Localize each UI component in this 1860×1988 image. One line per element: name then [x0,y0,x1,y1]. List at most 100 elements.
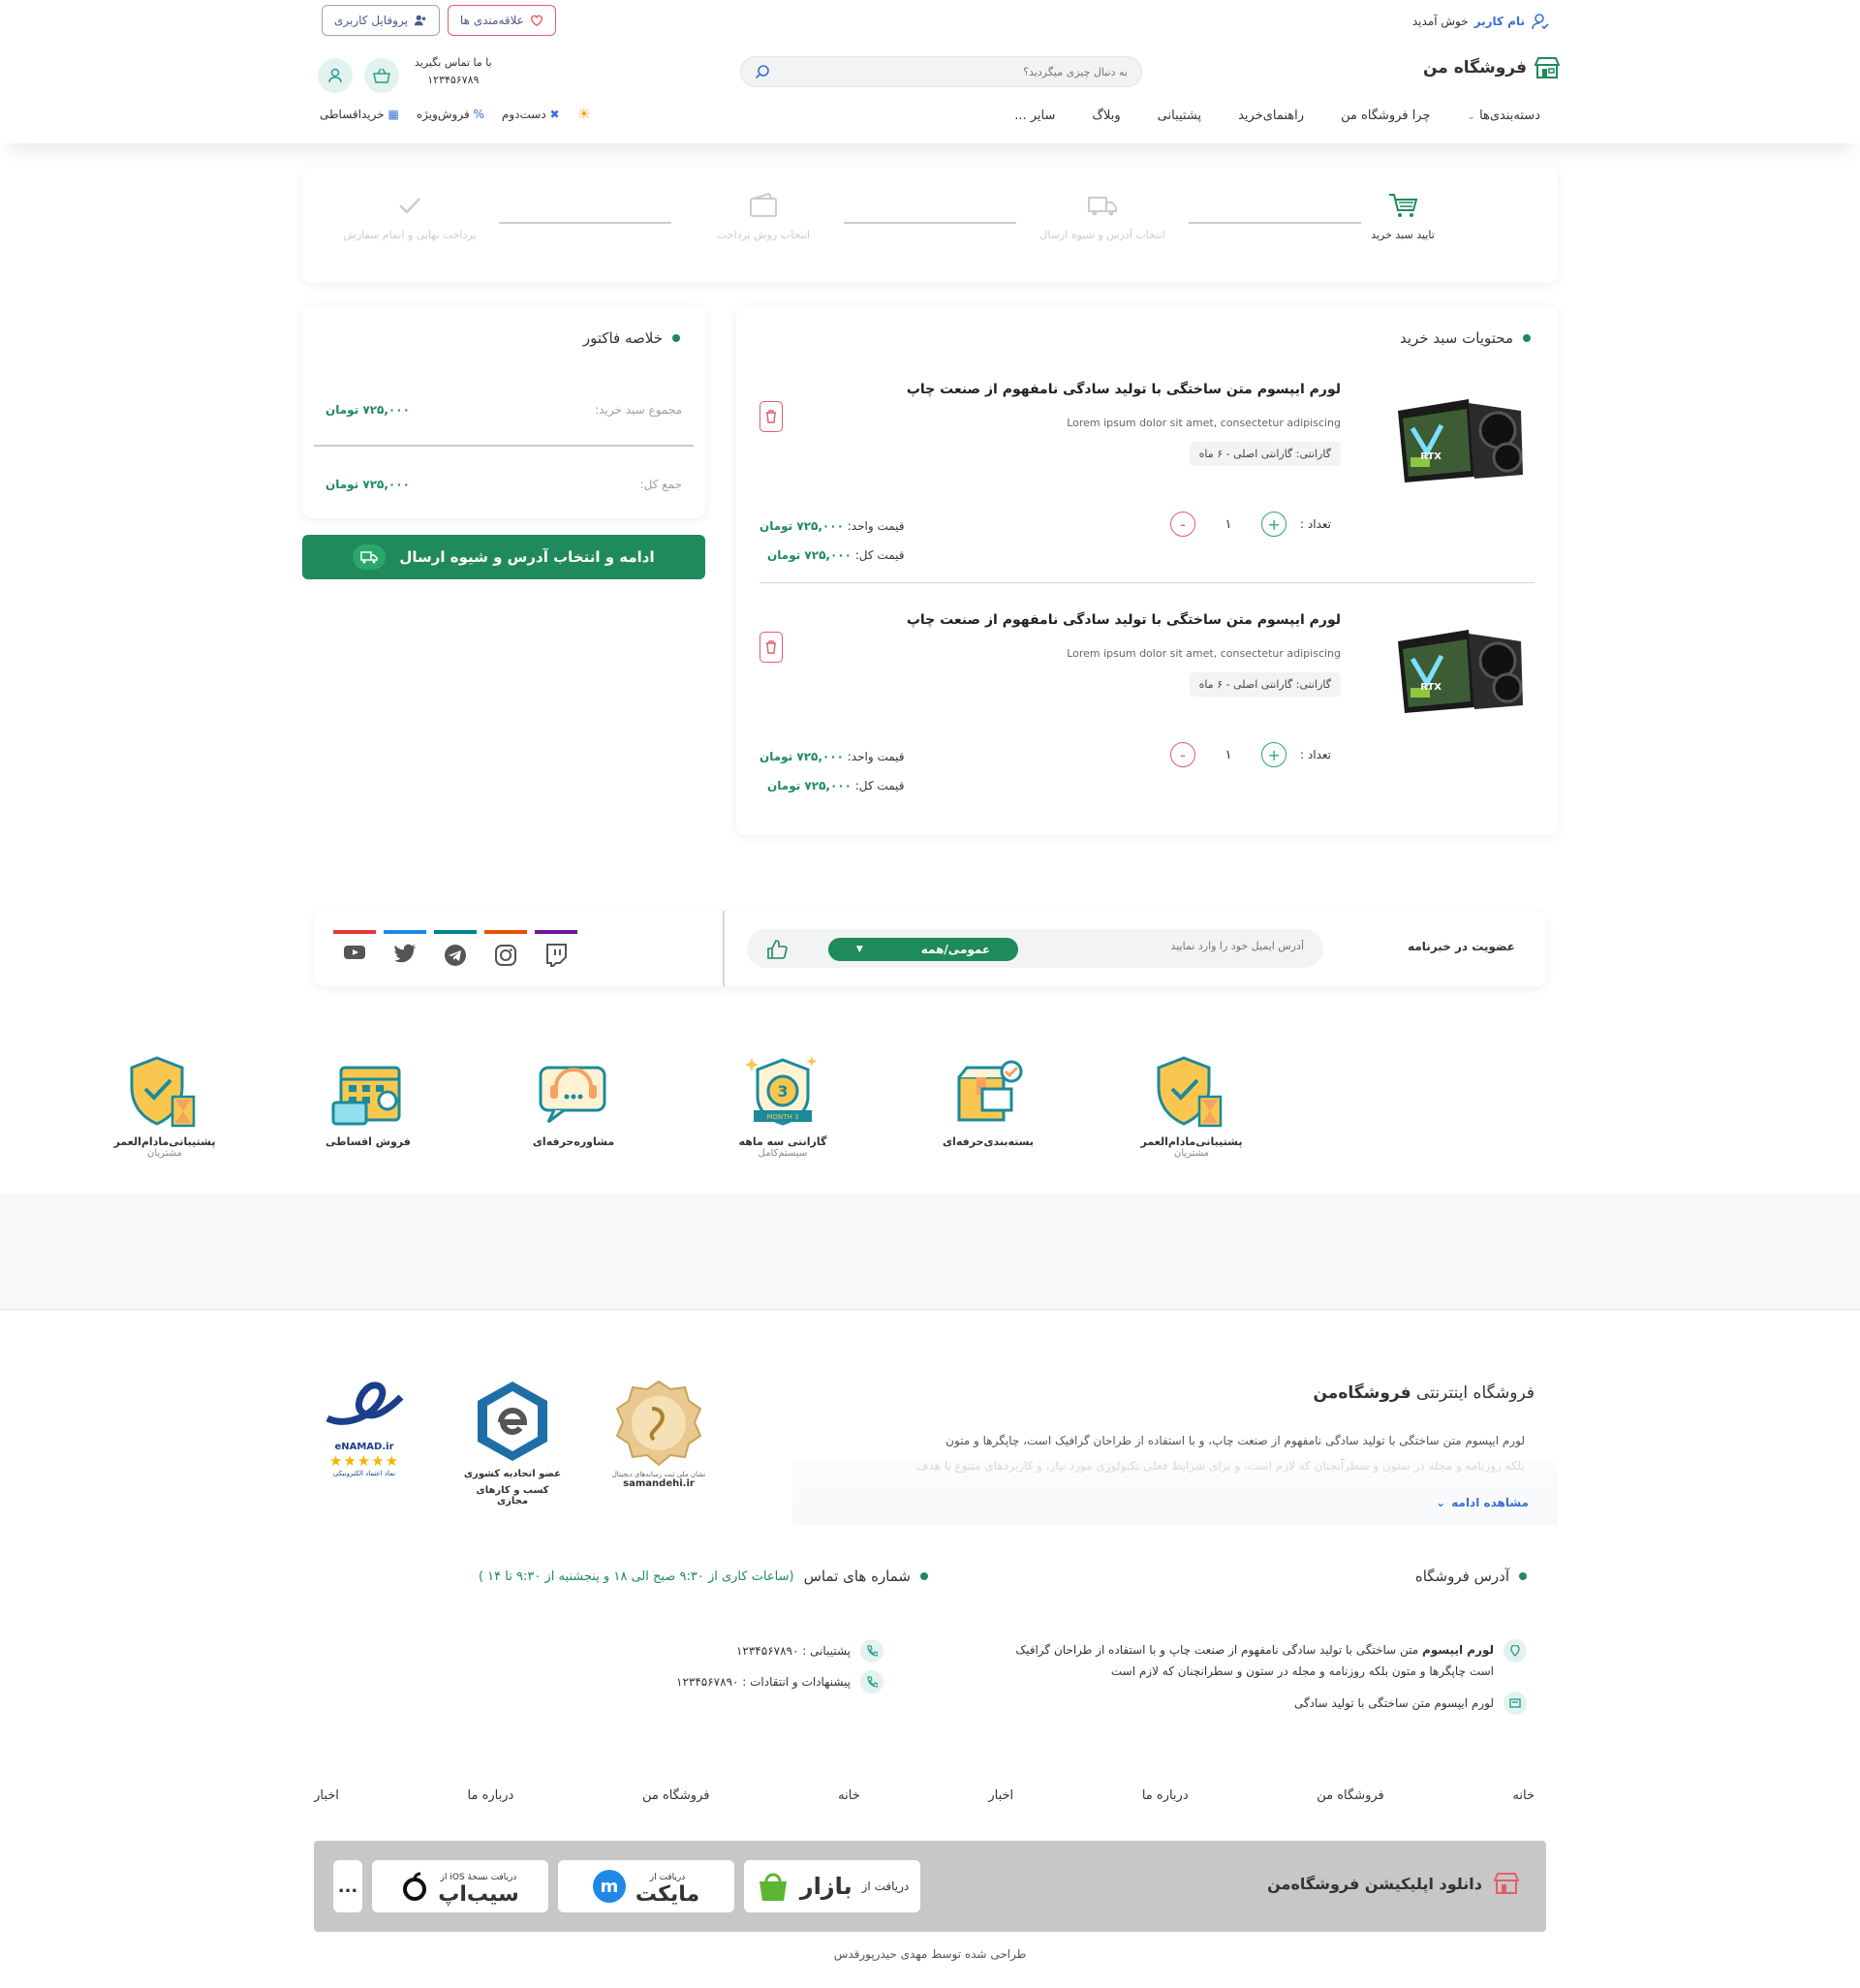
cart-icon [1389,194,1418,217]
qty-minus-button[interactable]: - [1170,742,1196,767]
badge-text: 3 MONTH [766,1113,798,1121]
etehadieh-badge[interactable]: عضو اتحادیه کشوری کسب و کارهای مجازی [459,1380,566,1507]
divider [314,445,694,447]
cart-button[interactable] [364,58,399,93]
contact-label: با ما تماس بگیرید [415,56,492,69]
feature-item: بسته‌بندی‌حرفه‌ای [930,1054,1046,1148]
nav-categories[interactable]: دسته‌بندی‌ها ⌄ [1468,109,1540,123]
step-connector [844,222,1016,224]
delete-button[interactable] [760,632,783,663]
instagram-icon [495,945,516,966]
search-input[interactable] [798,65,1128,78]
telegram-link[interactable] [434,930,477,971]
qty-plus-button[interactable]: + [1261,742,1287,767]
store-icon [1494,1873,1519,1894]
nav-blog[interactable]: وبلاگ [1092,109,1120,123]
support-phone[interactable]: پشتیبانی : ۱۲۳۴۵۶۷۸۹۰ [736,1639,884,1662]
phone-icon [860,1670,884,1693]
logo[interactable]: فروشگاه من [1423,56,1560,79]
enamad-logo-icon [326,1382,404,1425]
unit-price-label: قیمت واحد: [847,750,905,763]
step-1: تایید سبد خرید [1364,192,1442,241]
credit-text: طراحی شده توسط مهدی حیدرپورقدس [833,1947,1027,1961]
step-connector [1189,222,1361,224]
newsletter-email-input[interactable] [1091,940,1304,952]
contact-phone[interactable]: ۱۲۳۴۵۶۷۸۹ [415,72,492,89]
basket-icon [373,68,390,83]
quick-link-used[interactable]: ✖ دست‌دوم [502,108,560,121]
subtotal-row: مجموع سبد خرید: ۷۲۵,۰۰۰ تومان [326,403,682,417]
qty-plus-button[interactable]: + [1261,512,1287,537]
step-2-label: انتخاب آدرس و شیوه ارسال [1039,229,1165,241]
account-button[interactable] [318,58,353,93]
quick-link-used-label: دست‌دوم [501,107,546,121]
footer-link-home[interactable]: خانه [1512,1788,1534,1803]
footer-link-news[interactable]: اخبار [314,1788,339,1803]
newsletter-category-select[interactable]: عمومی/همه ▼ [828,938,1018,961]
search-icon[interactable] [755,64,770,79]
enamad-badge[interactable]: eNAMAD.ir ★★★★★ نماد اعتماد الکترونیکی [316,1380,413,1477]
footer-link-about[interactable]: درباره ما [468,1788,514,1803]
price-block: قیمت واحد: ۷۲۵,۰۰۰ تومان قیمت کل: ۷۲۵,۰۰… [760,742,905,800]
wishlist-button[interactable]: علاقه‌مندی ها [447,5,556,36]
myket-button[interactable]: دریافت از مایکت m [558,1860,734,1912]
quick-link-installment[interactable]: ▦ خریداقساطی [320,108,399,121]
footer-link-about[interactable]: درباره ما [1142,1788,1189,1803]
support-phone-text: پشتیبانی : ۱۲۳۴۵۶۷۸۹۰ [735,1644,851,1658]
nav-buying-guide[interactable]: راهنمای‌خرید [1238,109,1304,123]
apple-icon [403,1872,427,1901]
twitch-icon [546,944,567,967]
newsletter-category-value: عمومی/همه [920,943,991,956]
footer-link-store[interactable]: فروشگاه من [642,1788,710,1803]
accent-bar [333,930,376,934]
qty-value[interactable]: ۱ [1209,517,1248,532]
user-check-icon [1532,14,1549,30]
headset-chat-icon [539,1066,606,1124]
footer-link-store[interactable]: فروشگاه من [1317,1788,1384,1803]
theme-toggle-icon[interactable]: ☀ [577,105,591,123]
feedback-phone[interactable]: پیشنهادات و انتقادات : ۱۲۳۴۵۶۷۸۹۰ [676,1670,884,1693]
nav-more[interactable]: سایر ... [1014,109,1055,123]
calendar-icon: ▦ [388,107,399,121]
more-apps-button[interactable]: ... [333,1860,362,1912]
nav-why-us[interactable]: چرا فروشگاه من [1341,109,1430,123]
bullet-dot [1519,1572,1527,1580]
read-more-link[interactable]: مشاهده ادامه ⌄ [1436,1496,1529,1509]
nav-support[interactable]: پشتیبانی [1158,109,1201,123]
bazaar-button[interactable]: دریافت از بازار [744,1860,920,1912]
feature-label: فروش اقساطی [326,1135,411,1148]
youtube-link[interactable] [333,930,376,971]
qty-value[interactable]: ۱ [1209,748,1248,762]
quick-link-sale[interactable]: % فروش‌ویژه [417,108,484,121]
samandehi-badge[interactable]: نشان ملی ثبت رسانه‌های دیجیتال samandehi… [610,1380,707,1489]
product-title[interactable]: لورم ایپسوم متن ساختگی با تولید سادگی نا… [907,612,1341,628]
feature-item: پشتیبانی‌مادام‌العمر مشتریان [107,1054,223,1159]
search-box[interactable] [740,56,1142,87]
product-image[interactable]: RTX [1393,620,1529,717]
spacer-band [0,1194,1860,1310]
sibapp-button[interactable]: دریافت نسخهٔ iOS از سیب‌اپ [372,1860,548,1912]
twitter-link[interactable] [384,930,426,971]
qty-label: تعداد : [1300,517,1331,531]
footer-link-home[interactable]: خانه [838,1788,860,1803]
address-bold: لورم ایپسوم [1422,1643,1494,1657]
feature-item: مشاوره‌حرفه‌ای [515,1054,632,1148]
footer-link-news[interactable]: اخبار [988,1788,1013,1803]
instagram-link[interactable] [484,930,527,971]
product-title[interactable]: لورم ایپسوم متن ساختگی با تولید سادگی نا… [907,382,1341,397]
product-subtitle: Lorem ipsum dolor sit amet, consectetur … [1067,647,1341,660]
twitch-link[interactable] [535,930,577,971]
continue-button[interactable]: ادامه و انتخاب آدرس و شیوه ارسال [302,535,705,579]
cart-title: محتویات سبد خرید [1400,329,1531,347]
profile-button[interactable]: پروفایل کاربری [322,5,440,36]
welcome-username[interactable]: نام کاربر [1474,15,1525,28]
product-image[interactable]: RTX [1393,389,1529,486]
cart-panel: محتویات سبد خرید RTX لورم ایپسوم متن ساخ… [736,306,1558,835]
calendar-card-icon [331,1066,401,1126]
unit-price-label: قیمت واحد: [847,519,905,533]
cart-item: RTX لورم ایپسوم متن ساختگی با تولید سادگ… [760,368,1534,583]
product-subtitle: Lorem ipsum dolor sit amet, consectetur … [1067,417,1341,429]
delete-button[interactable] [760,401,783,432]
qty-minus-button[interactable]: - [1170,512,1196,537]
thumbs-up-icon[interactable] [766,939,788,960]
